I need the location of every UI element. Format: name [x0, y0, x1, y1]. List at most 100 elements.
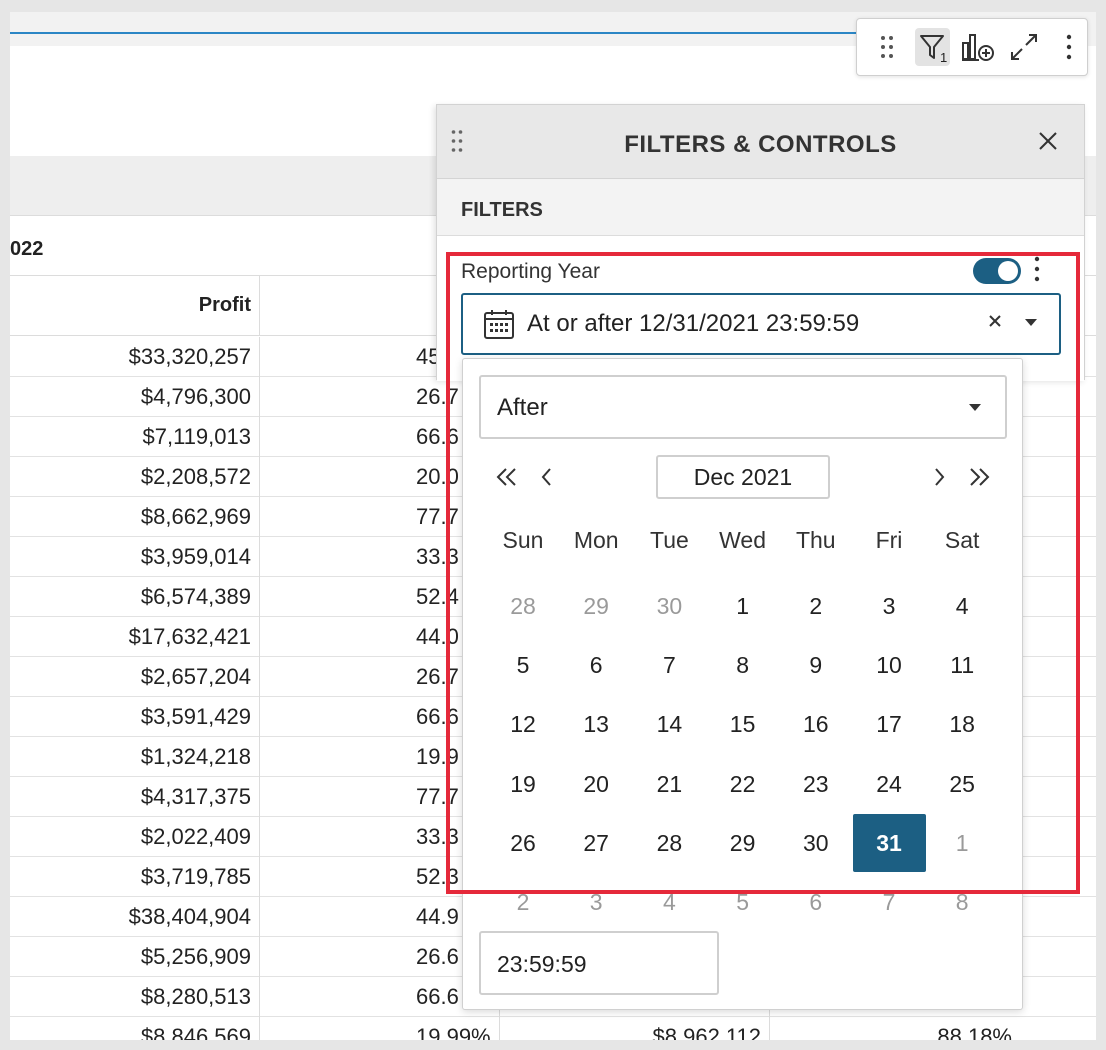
- calendar-day[interactable]: 2: [487, 873, 560, 931]
- weekday-label: Thu: [795, 527, 836, 553]
- time-value: 23:59:59: [497, 951, 587, 977]
- month-year-selector[interactable]: Dec 2021: [656, 455, 830, 499]
- chevron-down-icon[interactable]: [1025, 319, 1037, 326]
- calendar-day[interactable]: 12: [487, 695, 560, 753]
- filter-enabled-toggle[interactable]: [973, 258, 1021, 284]
- element-toolbar: 1: [856, 18, 1088, 76]
- calendar-day[interactable]: 1: [706, 577, 779, 635]
- calendar-icon: [484, 310, 514, 339]
- calendar-day[interactable]: 30: [779, 814, 852, 872]
- profit-cell: $7,119,013: [10, 417, 260, 457]
- profit-cell: $33,320,257: [10, 337, 260, 377]
- calendar-day[interactable]: 10: [853, 636, 926, 694]
- calendar-day[interactable]: 4: [926, 577, 999, 635]
- calendar-day[interactable]: 5: [706, 873, 779, 931]
- chevron-left-icon: [541, 468, 551, 486]
- table-row: $8,846,569 19.99% $8,962,112 88.18%: [10, 1017, 1096, 1040]
- calendar-day[interactable]: 15: [706, 695, 779, 753]
- profit-cell: $3,719,785: [10, 857, 260, 897]
- calendar-day[interactable]: 18: [926, 695, 999, 753]
- panel-header: FILTERS & CONTROLS: [437, 105, 1084, 179]
- calendar-day[interactable]: 3: [560, 873, 633, 931]
- chevron-down-icon: [969, 404, 981, 411]
- filters-controls-panel: FILTERS & CONTROLS FILTERS Reporting Yea…: [436, 104, 1085, 381]
- profit-cell: $8,846,569: [10, 1017, 260, 1040]
- profit-cell: $3,959,014: [10, 537, 260, 577]
- filter-more-options-button[interactable]: [1033, 256, 1041, 287]
- double-chevron-left-icon: [496, 468, 516, 486]
- profit-cell: $8,662,969: [10, 497, 260, 537]
- profit-cell: $4,796,300: [10, 377, 260, 417]
- chevron-right-icon: [935, 468, 945, 486]
- calendar-day[interactable]: 9: [779, 636, 852, 694]
- time-input[interactable]: 23:59:59: [479, 931, 719, 995]
- calendar-day[interactable]: 3: [853, 577, 926, 635]
- more-options-button[interactable]: [1051, 28, 1087, 66]
- next-month-button[interactable]: [921, 459, 957, 495]
- calendar-day[interactable]: 13: [560, 695, 633, 753]
- calendar-day[interactable]: 8: [706, 636, 779, 694]
- weekday-label: Mon: [573, 527, 619, 553]
- weekday-label: Fri: [875, 527, 903, 553]
- add-chart-button[interactable]: [960, 28, 996, 66]
- close-icon: [1039, 132, 1057, 150]
- calendar-day[interactable]: 1: [926, 814, 999, 872]
- profit-cell: $1,324,218: [10, 737, 260, 777]
- profit-cell: $2,022,409: [10, 817, 260, 857]
- calendar-day[interactable]: 4: [633, 873, 706, 931]
- profit-cell: $5,256,909: [10, 937, 260, 977]
- profit-cell: $2,657,204: [10, 657, 260, 697]
- operator-select[interactable]: After: [479, 375, 1007, 439]
- calendar-day[interactable]: 8: [926, 873, 999, 931]
- calendar-day[interactable]: 29: [706, 814, 779, 872]
- clear-icon[interactable]: [987, 313, 1003, 329]
- date-filter-input[interactable]: At or after 12/31/2021 23:59:59: [461, 293, 1061, 355]
- calendar-day[interactable]: 21: [633, 755, 706, 813]
- filter-button[interactable]: 1: [914, 28, 951, 66]
- calendar-day[interactable]: 5: [487, 636, 560, 694]
- calendar-day[interactable]: 7: [633, 636, 706, 694]
- calendar-day[interactable]: 23: [779, 755, 852, 813]
- weekday-label: Tue: [650, 527, 689, 553]
- calendar-day-selected[interactable]: 31: [852, 813, 926, 872]
- profit-cell: $8,280,513: [10, 977, 260, 1017]
- calendar-day[interactable]: 25: [926, 755, 999, 813]
- calendar-day[interactable]: 28: [633, 814, 706, 872]
- prev-year-button[interactable]: [489, 459, 525, 495]
- calendar-day[interactable]: 19: [487, 755, 560, 813]
- cell: 88.18%: [937, 1024, 1012, 1040]
- calendar-day[interactable]: 30: [633, 577, 706, 635]
- calendar-day[interactable]: 7: [853, 873, 926, 931]
- expand-button[interactable]: [1006, 28, 1042, 66]
- calendar-day[interactable]: 28: [487, 577, 560, 635]
- profit-cell: $17,632,421: [10, 617, 260, 657]
- calendar-day[interactable]: 2: [779, 577, 852, 635]
- group-header-label: 022: [10, 238, 44, 260]
- prev-month-button[interactable]: [529, 459, 565, 495]
- calendar-day[interactable]: 17: [853, 695, 926, 753]
- calendar-day[interactable]: 11: [926, 636, 999, 694]
- filter-count-badge: 1: [939, 50, 948, 65]
- calendar-day[interactable]: 26: [487, 814, 560, 872]
- filter-label: Reporting Year: [461, 260, 600, 283]
- calendar-day[interactable]: 29: [560, 577, 633, 635]
- filters-section-label: FILTERS: [461, 199, 543, 221]
- accent-line: [10, 32, 880, 34]
- column-header-profit[interactable]: Profit: [10, 276, 260, 336]
- drag-handle-icon[interactable]: [869, 28, 905, 66]
- calendar-day[interactable]: 20: [560, 755, 633, 813]
- double-chevron-right-icon: [970, 468, 990, 486]
- calendar-day[interactable]: 16: [779, 695, 852, 753]
- calendar-day[interactable]: 22: [706, 755, 779, 813]
- date-picker-popup: After Dec 2021 Sun Mon Tue Wed Thu Fri Sat 28 2…: [462, 358, 1023, 1010]
- profit-cell: $3,591,429: [10, 697, 260, 737]
- calendar-day[interactable]: 6: [779, 873, 852, 931]
- calendar-day[interactable]: 24: [853, 755, 926, 813]
- calendar-day[interactable]: 6: [560, 636, 633, 694]
- calendar-day[interactable]: 14: [633, 695, 706, 753]
- next-year-button[interactable]: [961, 459, 997, 495]
- calendar-day[interactable]: 27: [560, 814, 633, 872]
- close-panel-button[interactable]: [1038, 131, 1058, 156]
- more-vertical-icon: [1034, 256, 1040, 282]
- more-vertical-icon: [1066, 34, 1072, 60]
